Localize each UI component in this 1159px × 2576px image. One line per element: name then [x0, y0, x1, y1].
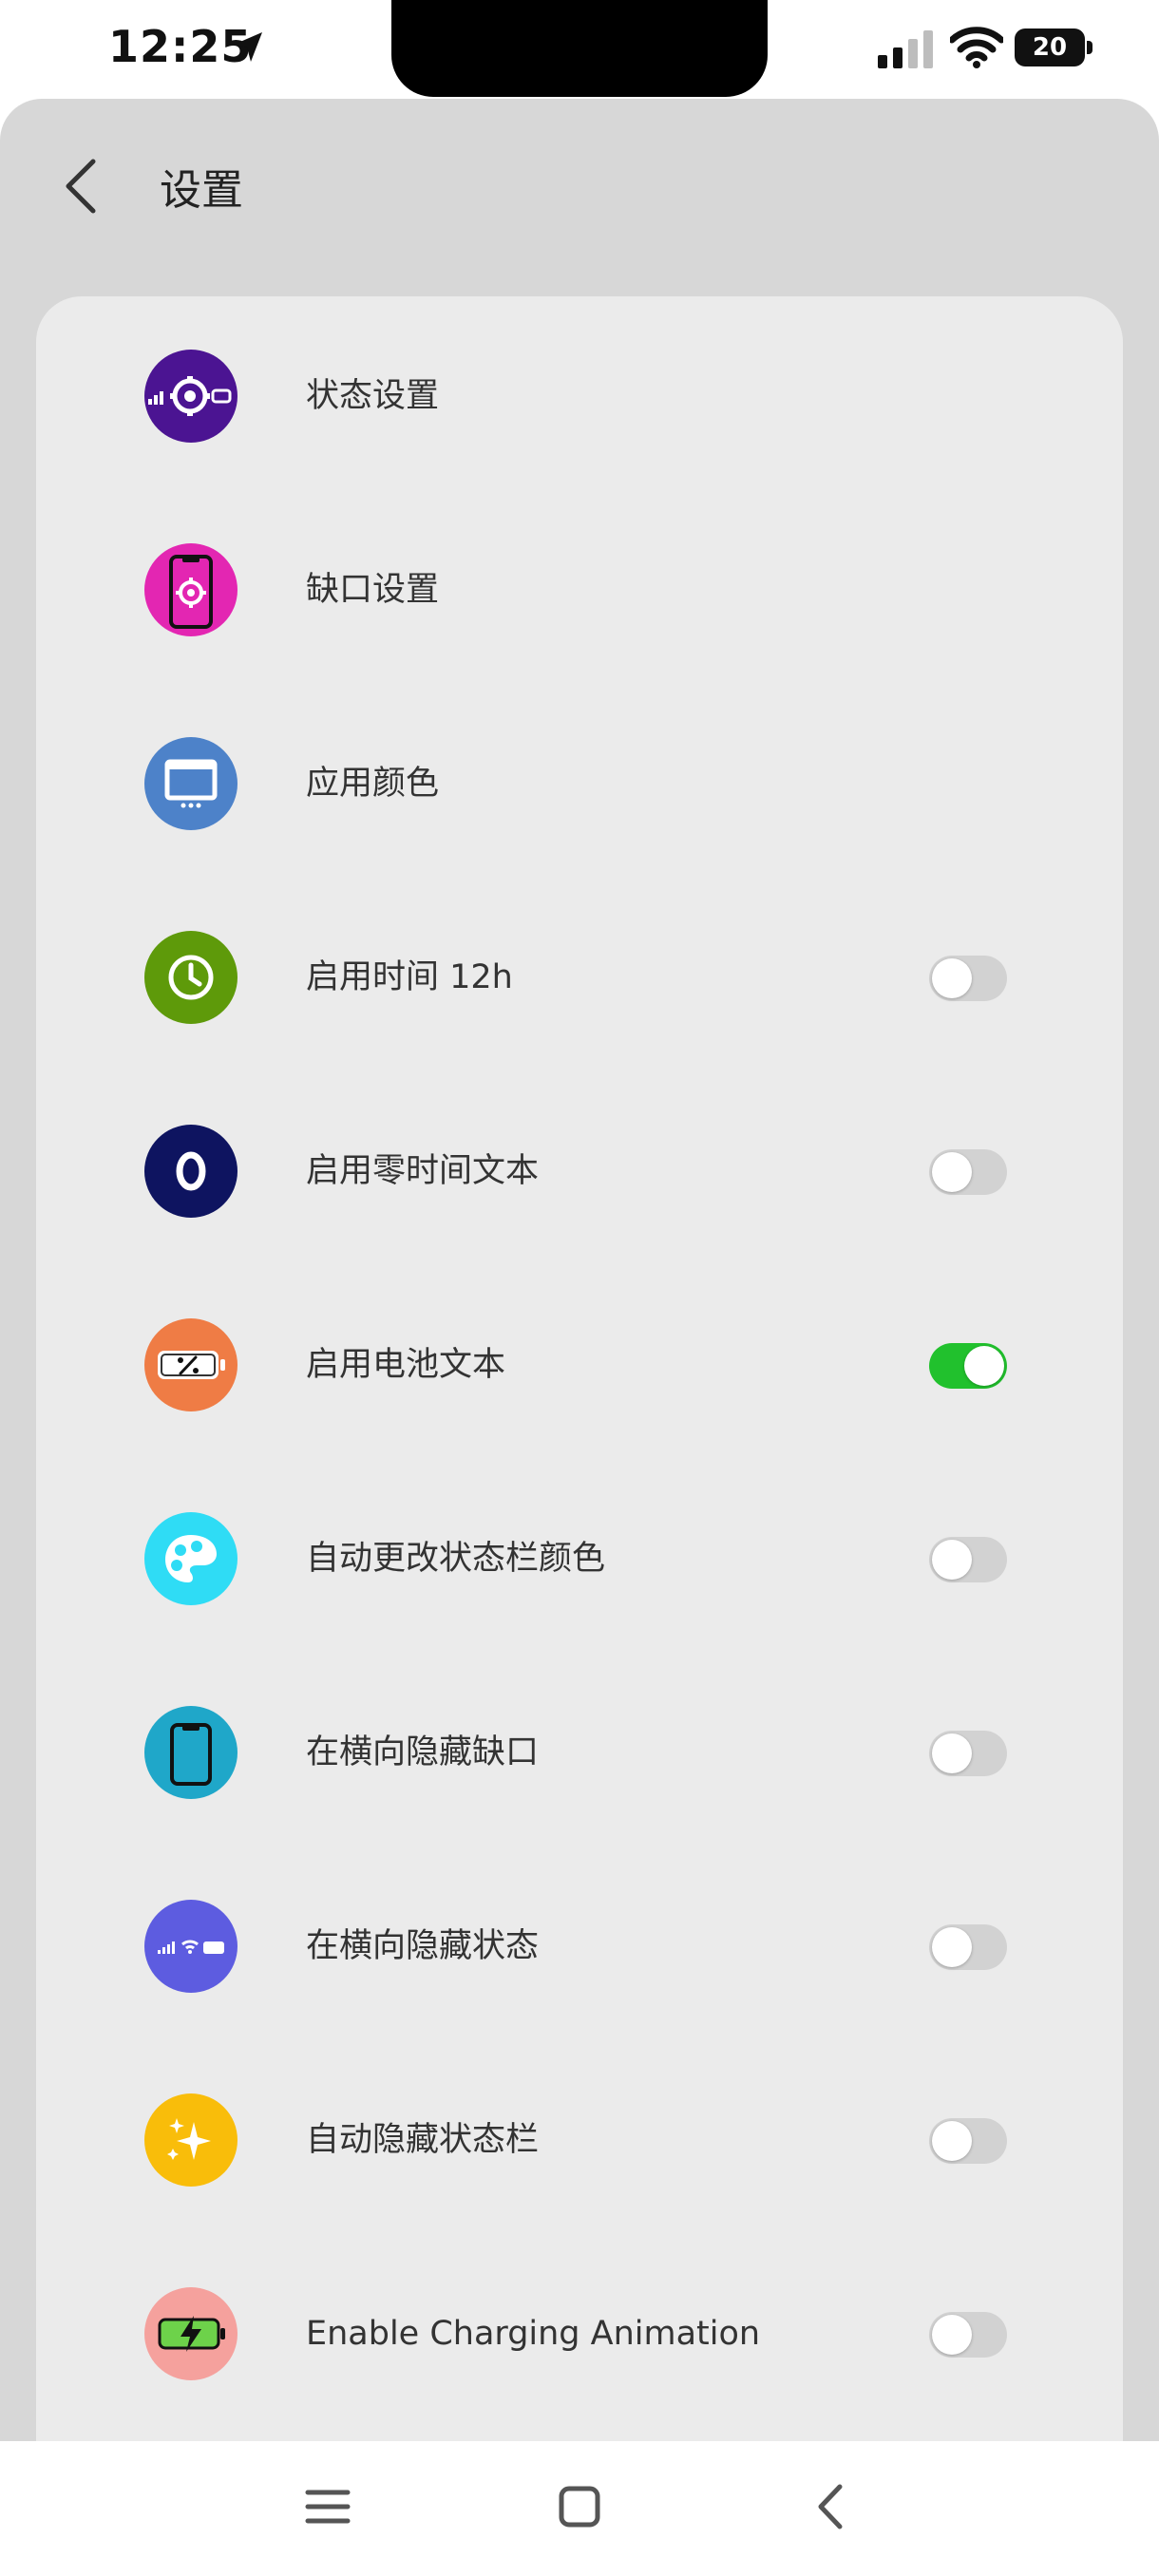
clock-icon: [144, 931, 238, 1024]
toggle-knob: [932, 958, 972, 998]
settings-row-label: 启用零时间文本: [306, 1152, 540, 1190]
cellular-signal-icon: [878, 30, 933, 68]
toggle-knob: [932, 2121, 972, 2161]
battery-level: 20: [1015, 28, 1085, 66]
palette-icon: [144, 1512, 238, 1605]
camera-notch: [391, 0, 768, 97]
toggle-auto-color[interactable]: [929, 1537, 1007, 1582]
settings-row-notch[interactable]: 缺口设置: [36, 509, 1123, 671]
settings-row-auto-hide-status[interactable]: 自动隐藏状态栏: [36, 2059, 1123, 2221]
settings-row-label: 启用电池文本: [306, 1346, 506, 1384]
wifi-icon: [950, 27, 1003, 68]
page-title: 设置: [160, 166, 243, 215]
zero-icon: [144, 1125, 238, 1218]
settings-row-time-12h[interactable]: 启用时间 12h: [36, 897, 1123, 1058]
settings-row-zero-time[interactable]: 启用零时间文本: [36, 1090, 1123, 1252]
toggle-battery-text[interactable]: [929, 1343, 1007, 1389]
settings-row-label: 应用颜色: [306, 765, 440, 803]
settings-row-label: 启用时间 12h: [306, 958, 513, 996]
status-settings-icon: [144, 350, 238, 443]
location-arrow-icon: [234, 32, 262, 62]
settings-row-label: Enable Charging Animation: [306, 2315, 761, 2353]
sparkle-icon: [144, 2093, 238, 2187]
system-nav-bar: [0, 2441, 1159, 2576]
phone-notch-icon: [144, 1706, 238, 1799]
settings-row-label: 在横向隐藏缺口: [306, 1733, 540, 1771]
settings-row-hide-status-landscape[interactable]: 在横向隐藏状态: [36, 1866, 1123, 2027]
notch-settings-icon: [144, 543, 238, 636]
status-bar-icon: [144, 1900, 238, 1993]
settings-row-battery-text[interactable]: 启用电池文本: [36, 1284, 1123, 1446]
toggle-knob: [932, 1733, 972, 1773]
settings-list: 状态设置 缺口设置 应用颜色 启用时间 12h 启用零时间文本 启用电池文本 自…: [36, 296, 1123, 2538]
status-bar: 12:25 20: [0, 0, 1159, 99]
toggle-knob: [932, 1152, 972, 1192]
toggle-hide-notch-landscape[interactable]: [929, 1731, 1007, 1776]
toggle-knob: [932, 1927, 972, 1967]
toggle-auto-hide-status[interactable]: [929, 2118, 1007, 2164]
toggle-hide-status-landscape[interactable]: [929, 1924, 1007, 1970]
toggle-knob: [964, 1346, 1004, 1386]
home-icon[interactable]: [546, 2473, 613, 2540]
settings-row-hide-notch-landscape[interactable]: 在横向隐藏缺口: [36, 1672, 1123, 1833]
back-arrow-icon[interactable]: [55, 148, 108, 224]
menu-icon[interactable]: [294, 2473, 361, 2540]
toggle-charging-animation[interactable]: [929, 2312, 1007, 2358]
settings-row-label: 自动更改状态栏颜色: [306, 1540, 606, 1578]
toggle-knob: [932, 2315, 972, 2355]
settings-sheet: 设置 状态设置 缺口设置 应用颜色 启用时间 12h 启用零时间文本 启用电池文…: [0, 99, 1159, 2538]
settings-row-label: 缺口设置: [306, 571, 440, 609]
settings-row-status[interactable]: 状态设置: [36, 315, 1123, 477]
toggle-knob: [932, 1540, 972, 1580]
settings-row-app-color[interactable]: 应用颜色: [36, 703, 1123, 864]
back-nav-icon[interactable]: [798, 2473, 864, 2540]
app-color-icon: [144, 737, 238, 830]
toggle-zero-time[interactable]: [929, 1149, 1007, 1195]
settings-row-charging-animation[interactable]: Enable Charging Animation: [36, 2253, 1123, 2415]
settings-row-label: 自动隐藏状态栏: [306, 2121, 540, 2159]
battery-percent-icon: [144, 1318, 238, 1411]
toggle-time-12h[interactable]: [929, 956, 1007, 1001]
battery-indicator: 20: [1015, 28, 1092, 66]
battery-tip: [1087, 41, 1092, 54]
settings-row-label: 状态设置: [306, 377, 440, 415]
settings-row-auto-color[interactable]: 自动更改状态栏颜色: [36, 1478, 1123, 1639]
settings-row-label: 在横向隐藏状态: [306, 1927, 540, 1965]
charging-icon: [144, 2287, 238, 2380]
